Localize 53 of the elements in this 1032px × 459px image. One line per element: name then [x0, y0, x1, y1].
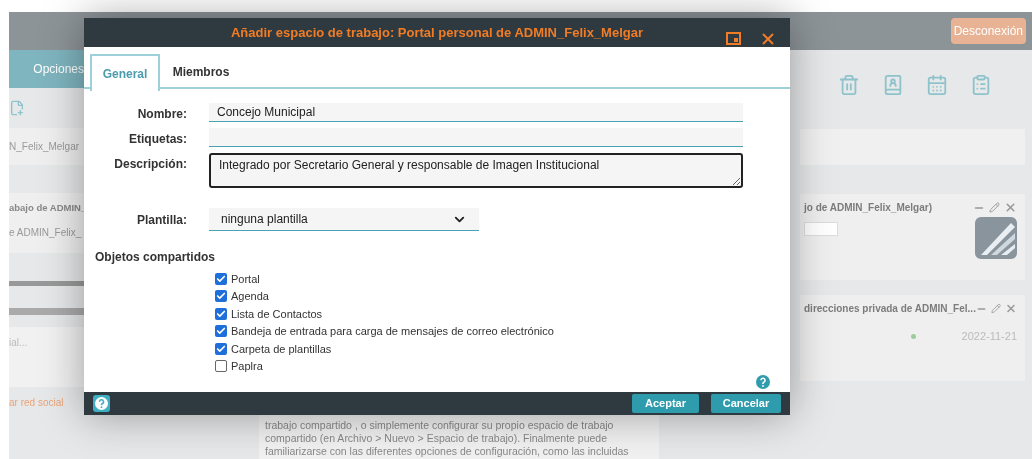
widget-title: jo de ADMIN_Felix_Melgar) — [804, 201, 932, 215]
contacts-icon[interactable] — [882, 74, 904, 96]
checkbox-label: Bandeja de entrada para carga de mensajes de correo electrónico — [231, 324, 554, 340]
help-icon[interactable] — [93, 395, 110, 413]
logout-button[interactable]: Desconexión — [950, 18, 1026, 44]
trash-icon[interactable] — [838, 74, 860, 96]
social-link[interactable]: ar red social — [9, 395, 84, 410]
text-field[interactable]: Concejo Municipal — [209, 103, 743, 123]
field-label: Etiquetas: — [128, 131, 188, 149]
dialog-title: Añadir espacio de trabajo: Portal personal de ADMIN_Felix_Melgar — [231, 23, 643, 42]
calendar-icon[interactable] — [926, 74, 948, 96]
checkbox-label: Carpeta de plantillas — [231, 341, 332, 357]
checkbox-label: Agenda — [231, 289, 269, 305]
help-text: compartido (en Archivo > Nuevo > Espacio de trabajo). Finalmente puede — [265, 432, 608, 445]
field-label: Descripción: — [113, 156, 188, 174]
check-icon — [216, 273, 226, 284]
template-select[interactable]: ninguna plantilla — [209, 208, 479, 232]
checkbox[interactable] — [215, 360, 227, 373]
check-icon — [216, 308, 226, 319]
pencil-icon[interactable] — [989, 202, 1000, 213]
description-field[interactable]: Integrado por Secretario General y responsable de Imagen Institucional — [209, 153, 743, 189]
cancel-button[interactable]: Cancelar — [711, 394, 781, 414]
help-text: familiarizarse con las diferentes opciones de configuración, como las incluidas — [265, 445, 629, 458]
check-icon — [216, 343, 226, 354]
field-label: Plantilla: — [136, 212, 188, 230]
logo-icon — [975, 217, 1017, 259]
widget-title: direcciones privada de ADMIN_Fel... — [804, 302, 976, 316]
checkbox[interactable] — [215, 307, 227, 320]
section-heading: Objetos compartidos — [95, 249, 217, 267]
check-icon — [216, 291, 226, 302]
checkbox-label: Portal — [231, 271, 260, 287]
text-field[interactable] — [209, 128, 743, 148]
checkbox[interactable] — [215, 342, 227, 355]
input-box[interactable] — [804, 222, 838, 236]
checkbox-label: Lista de Contactos — [231, 306, 323, 322]
help-text: trabajo compartido , o simplemente configurar su propio espacio de trabajo — [265, 419, 614, 432]
accept-button[interactable]: Aceptar — [632, 394, 699, 414]
field-label: Nombre: — [136, 106, 188, 124]
card-text: e ADMIN_Felix_ — [9, 226, 83, 241]
add-document-icon[interactable] — [9, 100, 25, 116]
sidebar-row: N_Felix_Melgar — [9, 128, 84, 165]
checkbox[interactable] — [215, 272, 227, 285]
menu-tab[interactable]: Opciones — [9, 50, 84, 88]
card-title: abajo de ADMIN_ — [9, 201, 84, 215]
tab[interactable]: Miembros — [166, 54, 236, 90]
maximize-icon[interactable] — [726, 32, 741, 45]
tab[interactable]: General — [90, 54, 160, 92]
checkbox[interactable] — [215, 290, 227, 303]
checkbox-label: Paplra — [231, 359, 263, 375]
check-icon — [216, 326, 226, 337]
checkbox[interactable] — [215, 325, 227, 338]
clipboard-list-icon[interactable] — [970, 74, 992, 96]
pencil-icon[interactable] — [990, 303, 1002, 314]
